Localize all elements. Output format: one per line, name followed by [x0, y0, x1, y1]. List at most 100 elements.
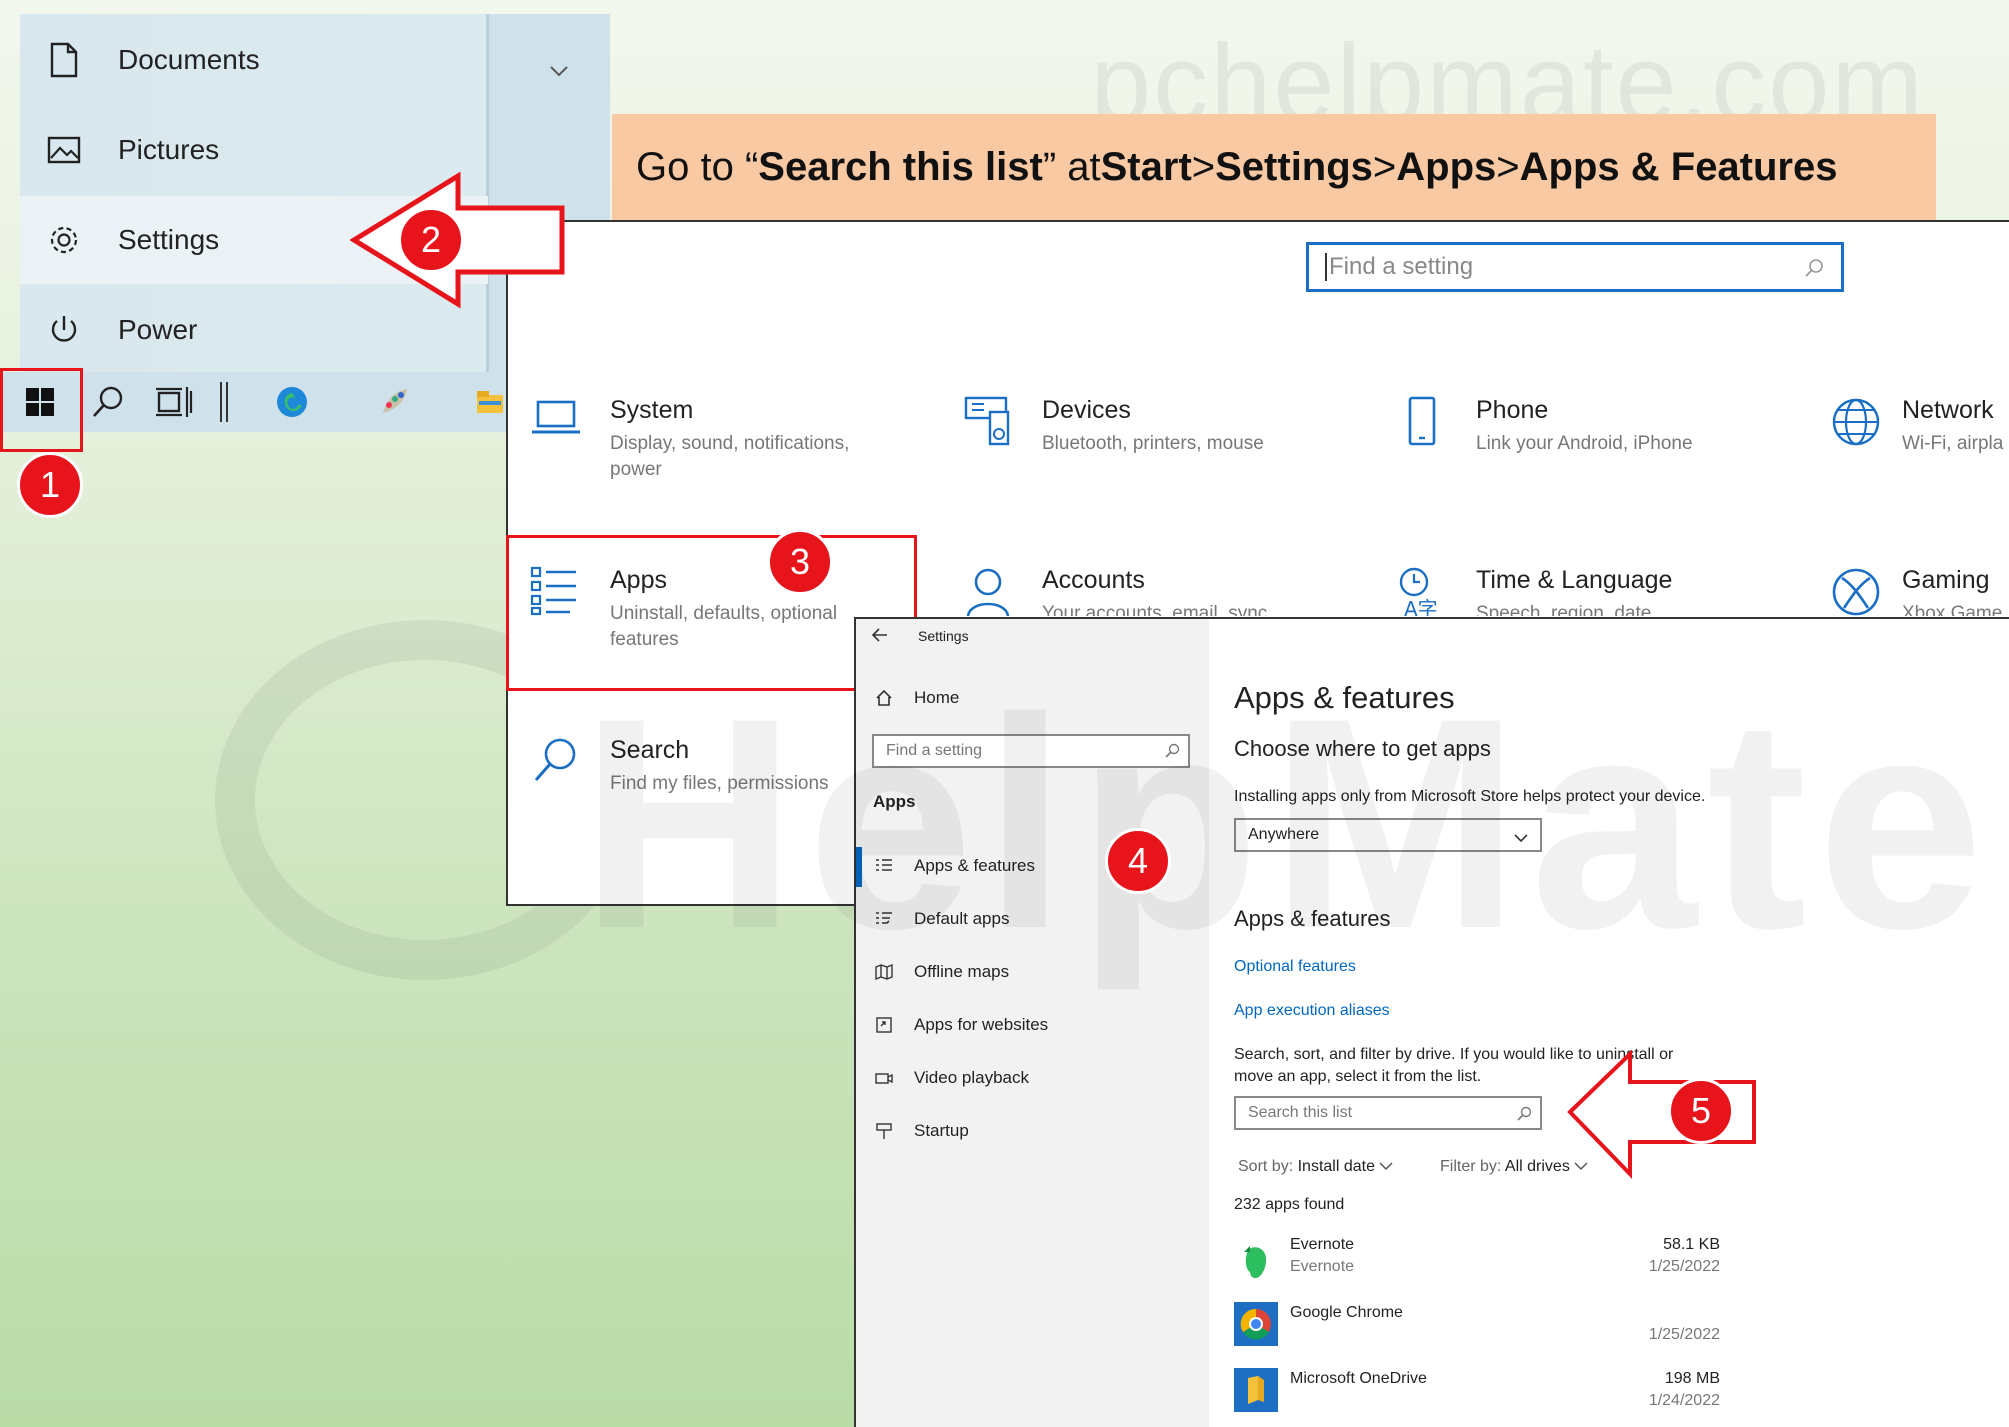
pictures-icon: [34, 136, 94, 164]
category-title: Time & Language: [1476, 566, 1673, 594]
app-row-chrome[interactable]: Google Chrome 1/25/2022: [1234, 1300, 1720, 1356]
video-icon: [870, 1069, 898, 1087]
category-title: Network: [1902, 396, 1994, 424]
app-size: 58.1 KB: [1663, 1236, 1720, 1253]
sort-value: Install date: [1297, 1158, 1375, 1175]
category-accounts[interactable]: Accounts Your accounts, email, sync: [962, 566, 1302, 616]
phone-icon: [1396, 396, 1456, 456]
choose-heading: Choose where to get apps: [1234, 736, 1491, 761]
category-subtitle: Xbox Game: [1902, 603, 2003, 616]
startup-icon: [870, 1122, 898, 1140]
category-subtitle: Wi-Fi, airpla: [1902, 433, 2004, 454]
category-gaming[interactable]: Gaming Xbox Game: [1830, 566, 2009, 616]
search-icon[interactable]: [88, 382, 128, 422]
chevron-down-icon: [1379, 1158, 1393, 1175]
app-date: 1/25/2022: [1648, 1326, 1720, 1343]
callout-badge-1: 1: [17, 452, 83, 518]
edge-icon[interactable]: [272, 382, 312, 422]
app-execution-aliases-link[interactable]: App execution aliases: [1234, 1002, 1390, 1020]
power-icon: [34, 313, 94, 347]
paint-icon[interactable]: [374, 382, 414, 422]
sidebar-item-apps-features[interactable]: Apps & features: [870, 856, 1035, 876]
callout-badge-5: 5: [1668, 1078, 1734, 1144]
callout-badge-3: 3: [767, 529, 833, 595]
banner-step: Start: [1100, 144, 1192, 189]
back-arrow-icon[interactable]: [871, 628, 888, 646]
category-title: Devices: [1042, 396, 1131, 424]
list-icon: [870, 857, 898, 875]
evernote-icon: [1234, 1240, 1278, 1289]
banner-target: Search this list: [758, 144, 1043, 189]
devices-icon: [962, 396, 1022, 456]
start-item-label: Documents: [118, 44, 260, 75]
sidebar-item-offline-maps[interactable]: Offline maps: [870, 962, 1009, 982]
sidebar-item-label: Offline maps: [914, 962, 1010, 981]
search-icon: [1516, 1106, 1532, 1127]
globe-icon: [1830, 396, 1882, 456]
category-subtitle: Link your Android, iPhone: [1476, 433, 1693, 454]
sidebar-item-apps-for-websites[interactable]: Apps for websites: [870, 1015, 1048, 1035]
category-subtitle: Bluetooth, printers, mouse: [1042, 433, 1264, 454]
home-icon: [870, 689, 898, 707]
task-view-icon[interactable]: [154, 382, 194, 422]
banner-text: Go to “: [636, 144, 759, 189]
chevron-down-icon[interactable]: [549, 64, 569, 83]
gear-icon: [34, 223, 94, 257]
sidebar-item-startup[interactable]: Startup: [870, 1121, 969, 1141]
filter-label: Filter by:: [1440, 1158, 1502, 1175]
category-title: Gaming: [1902, 566, 1990, 594]
sidebar-item-label: Video playback: [914, 1068, 1029, 1087]
taskbar-divider: [204, 382, 244, 422]
xbox-icon: [1830, 566, 1882, 616]
sidebar-item-label: Startup: [914, 1121, 969, 1140]
search-icon: [1164, 743, 1180, 764]
app-name: Evernote: [1290, 1236, 1355, 1253]
callout-badge-4: 4: [1105, 828, 1171, 894]
choose-description: Installing apps only from Microsoft Stor…: [1234, 788, 1706, 805]
sidebar-item-label: Apps for websites: [914, 1015, 1049, 1034]
category-title: Phone: [1476, 396, 1549, 424]
category-network[interactable]: Network Wi-Fi, airpla: [1830, 396, 2009, 457]
sidebar-item-home[interactable]: Home: [870, 688, 959, 708]
document-icon: [34, 42, 94, 78]
category-title: Accounts: [1042, 566, 1145, 594]
category-title: Search: [610, 736, 690, 764]
category-time-language[interactable]: A字 Time & Language Speech, region, date: [1396, 566, 1736, 616]
sidebar-item-video-playback[interactable]: Video playback: [870, 1068, 1029, 1088]
app-row-onedrive[interactable]: Microsoft OneDrive 198 MB 1/24/2022: [1234, 1366, 1720, 1422]
web-app-icon: [870, 1016, 898, 1034]
banner-step: Settings: [1215, 144, 1373, 189]
file-explorer-icon[interactable]: [470, 382, 510, 422]
category-system[interactable]: System Display, sound, notifications, po…: [530, 396, 870, 483]
active-indicator: [856, 847, 862, 887]
page-title: Apps & features: [1234, 680, 1455, 715]
sidebar-item-label: Apps & features: [914, 856, 1035, 875]
category-subtitle: Your accounts, email, sync: [1042, 603, 1268, 616]
search-placeholder: Search this list: [1248, 1104, 1353, 1121]
settings-search-input[interactable]: Find a setting: [1306, 242, 1844, 292]
dropdown-value: Anywhere: [1248, 826, 1320, 843]
category-title: System: [610, 396, 694, 424]
search-this-list-input[interactable]: Search this list: [1234, 1096, 1542, 1130]
text-caret: [1325, 253, 1327, 281]
banner-text: ” at: [1042, 144, 1101, 189]
optional-features-link[interactable]: Optional features: [1234, 958, 1356, 976]
callout-badge-2: 2: [398, 207, 464, 273]
app-row-evernote[interactable]: Evernote Evernote 58.1 KB 1/25/2022: [1234, 1234, 1720, 1290]
callout-box-start: [0, 368, 83, 452]
sort-dropdown[interactable]: Sort by: Install date: [1238, 1158, 1393, 1176]
sidebar-item-label: Home: [914, 688, 960, 707]
start-item-documents[interactable]: Documents: [20, 16, 488, 104]
app-date: 1/24/2022: [1648, 1392, 1720, 1409]
sidebar-item-default-apps[interactable]: Default apps: [870, 909, 1009, 929]
svg-text:A字: A字: [1404, 597, 1438, 616]
category-devices[interactable]: Devices Bluetooth, printers, mouse: [962, 396, 1302, 457]
sidebar-search-input[interactable]: Find a setting: [872, 734, 1190, 768]
category-phone[interactable]: Phone Link your Android, iPhone: [1396, 396, 1736, 457]
banner-sep: >: [1496, 144, 1520, 189]
search-placeholder: Find a setting: [1329, 253, 1474, 280]
category-search[interactable]: Search Find my files, permissions: [530, 736, 870, 797]
app-size: 198 MB: [1664, 1370, 1720, 1387]
map-icon: [870, 963, 898, 981]
app-source-dropdown[interactable]: Anywhere: [1234, 818, 1542, 852]
